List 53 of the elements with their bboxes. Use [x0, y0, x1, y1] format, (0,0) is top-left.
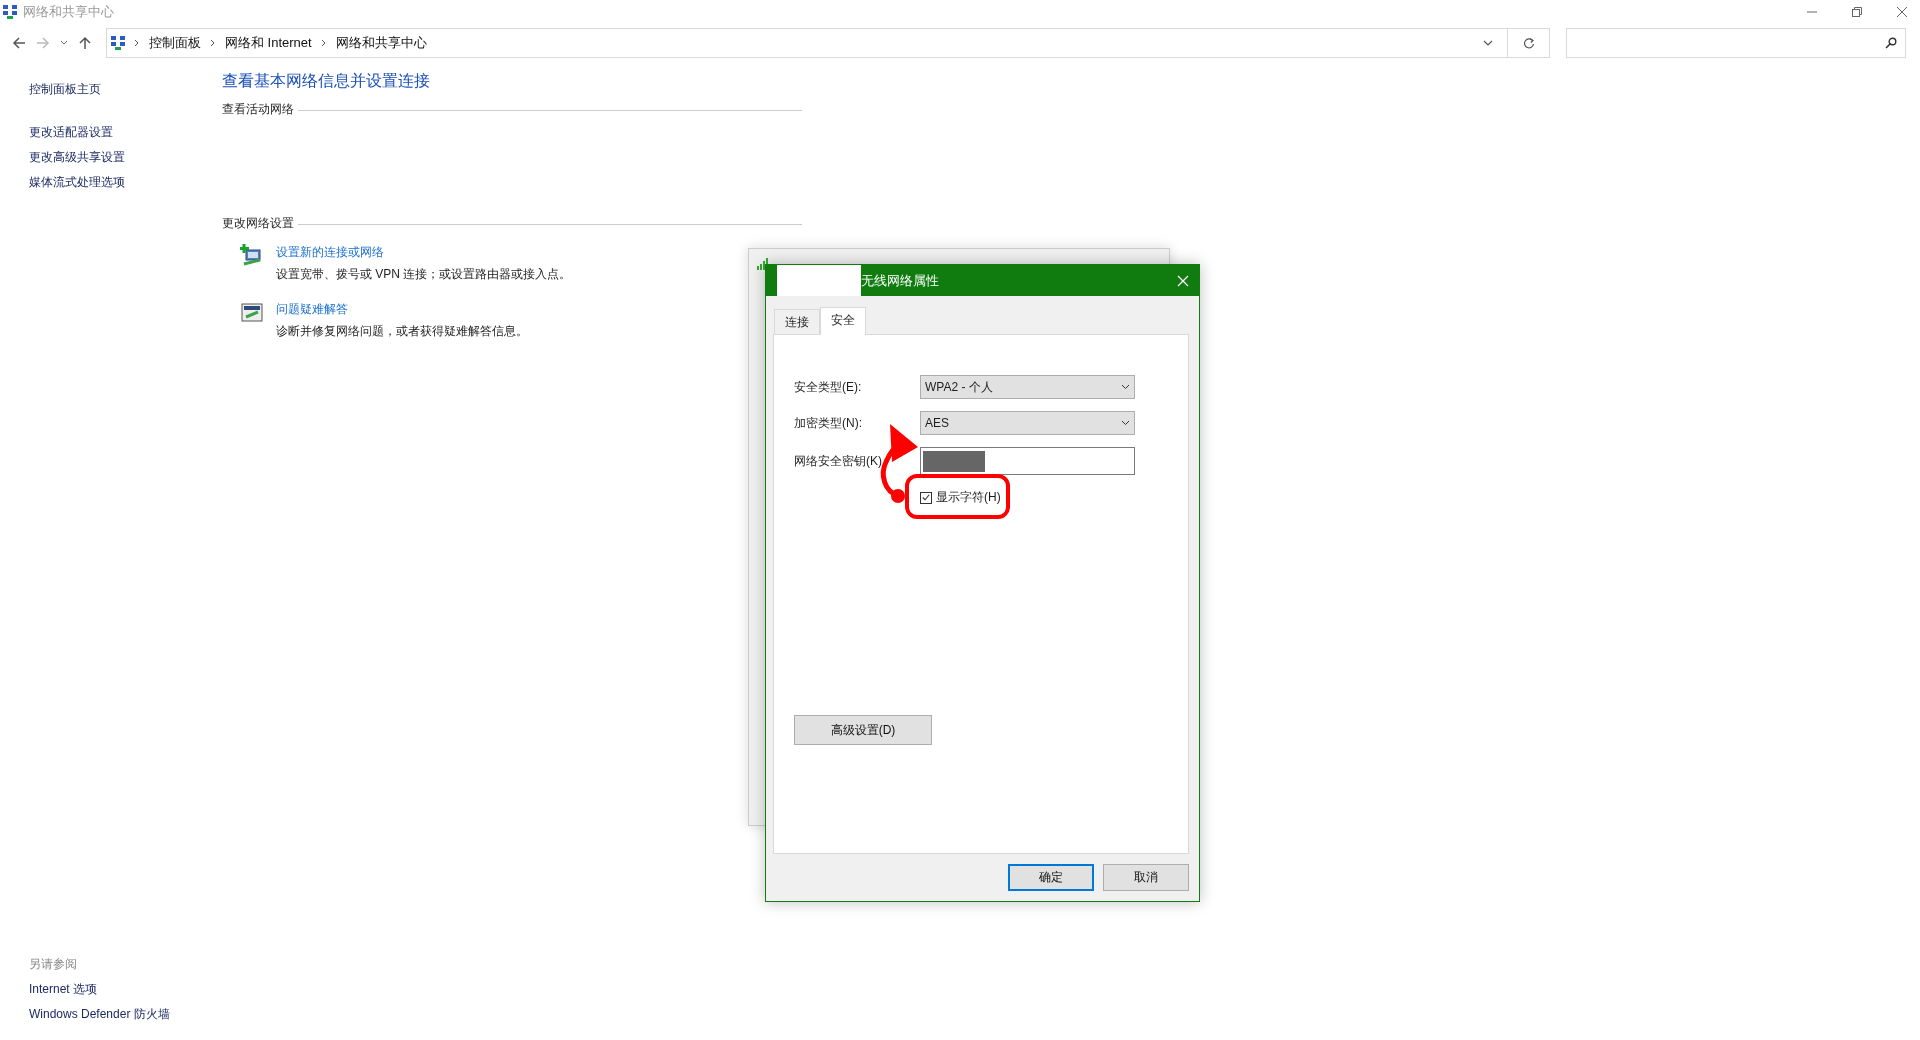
checkbox[interactable] [920, 491, 932, 504]
section-title: 查看活动网络 [222, 101, 294, 118]
address-bar[interactable]: 控制面板 网络和 Internet 网络和共享中心 [106, 28, 1508, 58]
dropdown[interactable]: WPA2 - 个人 [920, 375, 1135, 399]
breadcrumb[interactable]: 网络和共享中心 [335, 34, 427, 52]
chevron-down-icon [1121, 420, 1130, 426]
search-field[interactable] [1566, 28, 1906, 58]
page-heading: 查看基本网络信息并设置连接 [222, 71, 431, 91]
section-title: 另请参阅 [29, 956, 78, 973]
chevron-right-icon [134, 39, 140, 47]
dropdown[interactable]: AES [920, 411, 1135, 435]
sidebar-link[interactable]: Internet 选项 [29, 981, 222, 998]
field-label: 安全类型(E): [794, 378, 863, 396]
task-description: 诊断并修复网络问题，或者获得疑难解答信息。 [276, 323, 528, 340]
chevron-right-icon [320, 39, 327, 47]
restore-icon[interactable] [1851, 6, 1863, 18]
network-setup-icon [240, 244, 264, 268]
dialog-title: 无线网络属性 [861, 271, 939, 290]
sidebar-link[interactable]: Windows Defender 防火墙 [29, 1006, 222, 1023]
task-description: 设置宽带、拨号或 VPN 连接；或设置路由器或接入点。 [276, 266, 572, 283]
ok-button[interactable]: 确定 [1008, 864, 1094, 891]
advanced-settings-button[interactable]: 高级设置(D) [794, 715, 932, 745]
section-title: 更改网络设置 [222, 215, 294, 232]
window-title: 网络和共享中心 [23, 3, 114, 21]
password-field[interactable] [920, 447, 1135, 475]
field-label: 加密类型(N): [794, 414, 863, 432]
tab[interactable]: 连接 [774, 309, 820, 334]
field-label: 网络安全密钥(K) [794, 452, 883, 470]
sidebar-link[interactable]: 媒体流式处理选项 [29, 174, 222, 191]
breadcrumb[interactable]: 网络和 Internet [225, 34, 312, 52]
chevron-right-icon [210, 39, 216, 47]
close-icon[interactable] [1896, 6, 1908, 18]
back-icon[interactable] [12, 36, 26, 50]
task-link[interactable]: 问题疑难解答 [276, 301, 528, 318]
search-icon [1885, 37, 1897, 49]
sidebar-link[interactable]: 更改高级共享设置 [29, 149, 222, 166]
cancel-button[interactable]: 取消 [1103, 864, 1189, 891]
network-icon [3, 5, 17, 19]
sidebar-link[interactable]: 控制面板主页 [29, 81, 222, 98]
up-icon[interactable] [78, 36, 92, 50]
breadcrumb[interactable]: 控制面板 [149, 34, 201, 52]
checkbox-label[interactable]: 显示字符(H) [936, 489, 1001, 506]
tab[interactable]: 安全 [820, 307, 866, 335]
chevron-down-icon [1121, 384, 1130, 390]
refresh-button[interactable] [1508, 28, 1550, 58]
troubleshoot-icon [240, 301, 264, 325]
sidebar-link[interactable]: 更改适配器设置 [29, 124, 222, 141]
dropdown-icon[interactable] [1483, 39, 1493, 47]
refresh-icon [1522, 37, 1535, 49]
chevron-down-icon[interactable] [60, 39, 68, 47]
network-icon [111, 36, 125, 50]
task-link[interactable]: 设置新的连接或网络 [276, 244, 572, 261]
redaction-block [923, 450, 985, 472]
